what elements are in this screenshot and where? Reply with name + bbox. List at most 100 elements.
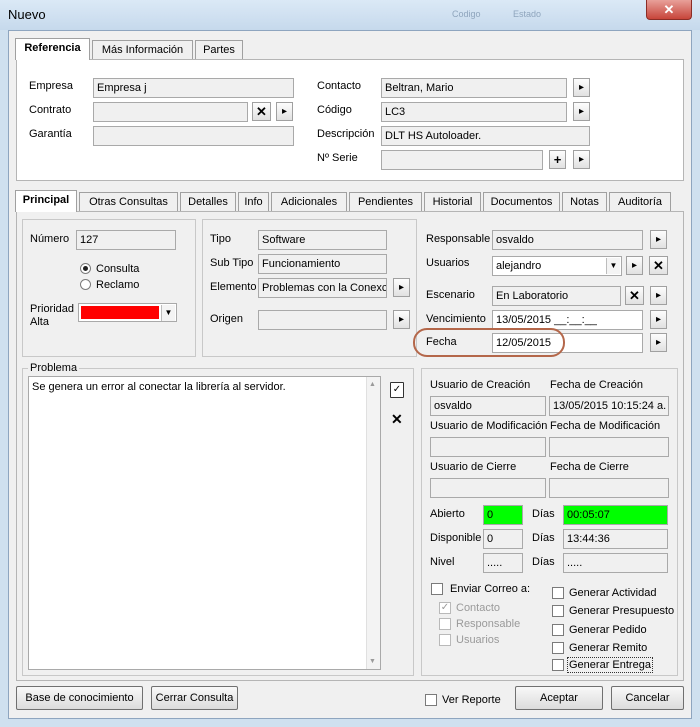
- contacto-checkbox[interactable]: ✓: [439, 602, 451, 614]
- generar-actividad-checkbox[interactable]: [552, 587, 564, 599]
- consulta-radio-label[interactable]: Consulta: [96, 262, 139, 276]
- generar-entrega-checkbox[interactable]: [552, 659, 564, 671]
- cerrar-consulta-button[interactable]: Cerrar Consulta: [151, 686, 238, 710]
- nivel-field: .....: [483, 553, 523, 573]
- fecha-arrow-button[interactable]: ▸: [650, 333, 667, 352]
- generar-presupuesto-label[interactable]: Generar Presupuesto: [569, 604, 674, 618]
- tab-notas[interactable]: Notas: [562, 192, 607, 212]
- tab-otras-consultas[interactable]: Otras Consultas: [79, 192, 178, 212]
- tab-historial[interactable]: Historial: [424, 192, 481, 212]
- enviar-correo-label[interactable]: Enviar Correo a:: [450, 582, 530, 596]
- consulta-radio[interactable]: [80, 263, 91, 274]
- generar-pedido-checkbox[interactable]: [552, 624, 564, 636]
- usuarios-checkbox-label: Usuarios: [456, 634, 500, 646]
- tab-detalles[interactable]: Detalles: [180, 192, 236, 212]
- elemento-arrow-button[interactable]: ▸: [393, 278, 410, 297]
- descripcion-field[interactable]: DLT HS Autoloader.: [381, 126, 590, 146]
- usr-creacion-field: osvaldo: [430, 396, 546, 416]
- contacto-field[interactable]: Beltran, Mario: [381, 78, 567, 98]
- serie-field[interactable]: [381, 150, 543, 170]
- codigo-label: Código: [317, 104, 352, 116]
- origen-field[interactable]: [258, 310, 387, 330]
- origen-arrow-button[interactable]: ▸: [393, 310, 410, 329]
- generar-remito-label[interactable]: Generar Remito: [569, 641, 647, 655]
- escenario-arrow-button[interactable]: ▸: [650, 286, 667, 305]
- codigo-arrow-button[interactable]: ▸: [573, 102, 590, 121]
- fecha-mod-label: Fecha de Modificación: [550, 420, 661, 432]
- chevron-down-icon[interactable]: ▼: [161, 305, 175, 321]
- serie-add-button[interactable]: +: [549, 150, 566, 169]
- responsable-checkbox[interactable]: [439, 618, 451, 630]
- origen-label: Origen: [210, 313, 244, 325]
- tab-info[interactable]: Info: [238, 192, 269, 212]
- empresa-field[interactable]: Empresa j: [93, 78, 294, 98]
- contrato-field[interactable]: [93, 102, 248, 122]
- generar-actividad-label[interactable]: Generar Actividad: [569, 586, 656, 600]
- numero-field: 127: [76, 230, 176, 250]
- disponible-dias-field: 13:44:36: [563, 529, 668, 549]
- prioridad-color-swatch: [81, 306, 159, 319]
- garantia-field[interactable]: [93, 126, 294, 146]
- ghost-text: Codigo: [452, 9, 481, 19]
- fecha-cierre-label: Fecha de Cierre: [550, 461, 629, 473]
- contacto-arrow-button[interactable]: ▸: [573, 78, 590, 97]
- usuarios-arrow-button[interactable]: ▸: [626, 256, 643, 275]
- tab-principal[interactable]: Principal: [15, 190, 77, 212]
- window-close-button[interactable]: ✕: [646, 0, 692, 20]
- tab-partes[interactable]: Partes: [195, 40, 243, 60]
- delete-icon[interactable]: ✕: [391, 411, 403, 428]
- problema-textarea[interactable]: Se genera un error al conectar la librer…: [28, 376, 381, 670]
- cancelar-button[interactable]: Cancelar: [611, 686, 684, 710]
- scroll-down-icon[interactable]: ▼: [369, 658, 376, 665]
- codigo-field[interactable]: LC3: [381, 102, 567, 122]
- usuarios-clear-button[interactable]: ✕: [649, 256, 668, 275]
- prioridad-select[interactable]: ▼: [78, 303, 177, 322]
- usuarios-select[interactable]: alejandro ▼: [492, 256, 622, 276]
- scroll-up-icon[interactable]: ▲: [369, 381, 376, 388]
- tab-referencia[interactable]: Referencia: [15, 38, 90, 60]
- vencimiento-field[interactable]: 13/05/2015 __:__:__: [492, 310, 643, 330]
- escenario-clear-button[interactable]: ✕: [625, 286, 644, 305]
- base-conocimiento-button[interactable]: Base de conocimiento: [16, 686, 143, 710]
- serie-arrow-button[interactable]: ▸: [573, 150, 590, 169]
- fecha-highlight-annotation: [413, 328, 565, 357]
- garantia-label: Garantía: [29, 128, 72, 140]
- responsable-checkbox-label: Responsable: [456, 618, 521, 630]
- ver-reporte-checkbox[interactable]: [425, 694, 437, 706]
- contrato-arrow-button[interactable]: ▸: [276, 102, 293, 121]
- responsable-arrow-button[interactable]: ▸: [650, 230, 667, 249]
- clipboard-icon[interactable]: ✓: [390, 382, 404, 398]
- empresa-label: Empresa: [29, 80, 74, 92]
- generar-remito-checkbox[interactable]: [552, 642, 564, 654]
- generar-presupuesto-checkbox[interactable]: [552, 605, 564, 617]
- escenario-label: Escenario: [426, 289, 475, 301]
- generar-entrega-label[interactable]: Generar Entrega: [567, 657, 653, 673]
- prioridad-label: Prioridad: [30, 303, 75, 315]
- usr-creacion-label: Usuario de Creación: [430, 379, 531, 391]
- contrato-clear-button[interactable]: ✕: [252, 102, 271, 121]
- disponible-label: Disponible: [430, 532, 482, 544]
- contacto-label: Contacto: [317, 80, 362, 92]
- tab-documentos[interactable]: Documentos: [483, 192, 560, 212]
- elemento-field: Problemas con la Conexci: [258, 278, 387, 298]
- abierto-field: 0: [483, 505, 523, 525]
- generar-pedido-label[interactable]: Generar Pedido: [569, 623, 647, 637]
- tab-auditoria[interactable]: Auditoría: [609, 192, 671, 212]
- reclamo-radio[interactable]: [80, 279, 91, 290]
- tab-adicionales[interactable]: Adicionales: [271, 192, 347, 212]
- reclamo-radio-label[interactable]: Reclamo: [96, 278, 139, 292]
- abierto-label: Abierto: [430, 508, 465, 520]
- nivel-dias-label: Días: [532, 556, 555, 568]
- subtipo-field: Funcionamiento: [258, 254, 387, 274]
- vencimiento-arrow-button[interactable]: ▸: [650, 310, 667, 329]
- tab-mas-informacion[interactable]: Más Información: [92, 40, 193, 60]
- usuarios-checkbox[interactable]: [439, 634, 451, 646]
- aceptar-button[interactable]: Aceptar: [515, 686, 603, 710]
- enviar-correo-checkbox[interactable]: [431, 583, 443, 595]
- chevron-down-icon[interactable]: ▼: [606, 258, 620, 274]
- abierto-dias-label: Días: [532, 508, 555, 520]
- ver-reporte-label[interactable]: Ver Reporte: [442, 693, 501, 707]
- tab-pendientes[interactable]: Pendientes: [349, 192, 422, 212]
- problema-scrollbar[interactable]: ▲ ▼: [366, 377, 380, 669]
- nivel-label: Nivel: [430, 556, 455, 568]
